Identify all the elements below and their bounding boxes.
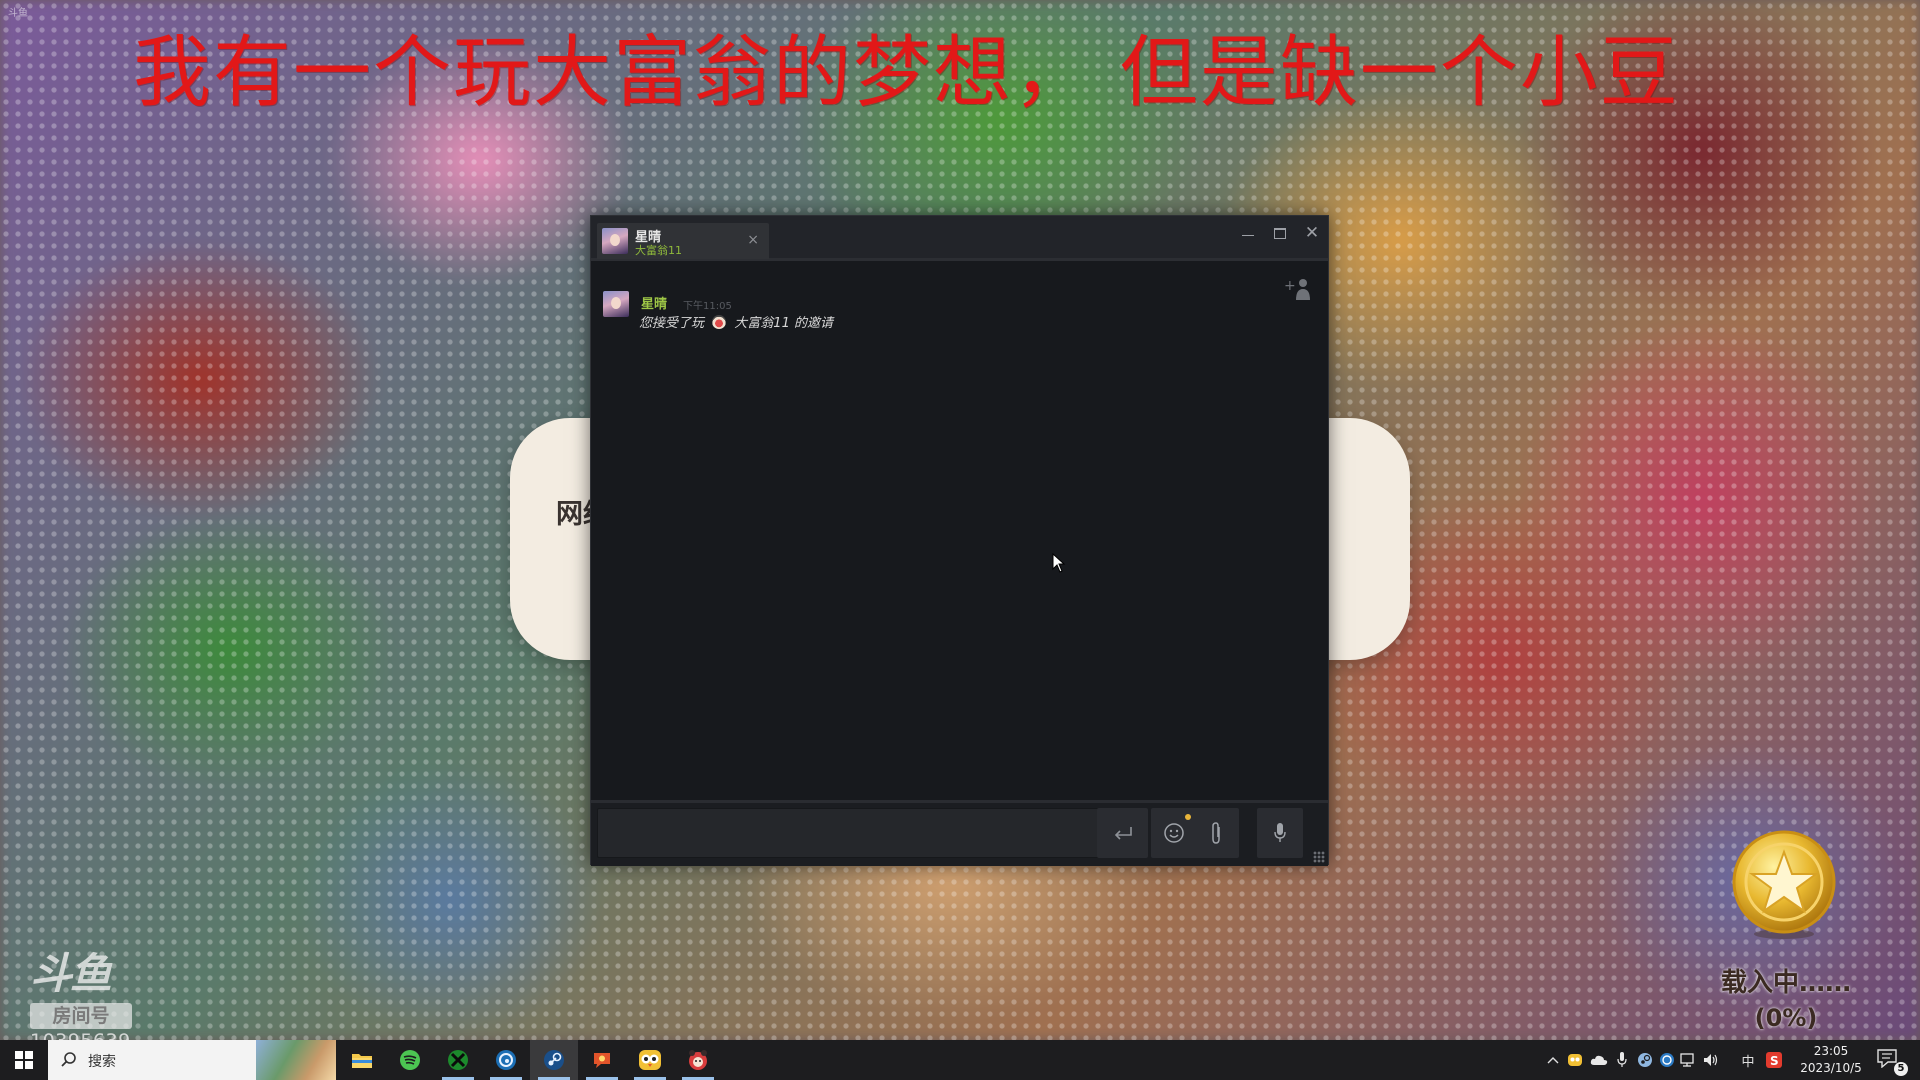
taskbar-owl-app[interactable]: [626, 1040, 674, 1080]
tray-sogou[interactable]: S: [1762, 1040, 1786, 1080]
corner-watermark: 斗鱼: [8, 8, 28, 19]
chat-titlebar[interactable]: 星晴 大富翁11 × ✕: [591, 216, 1328, 261]
loading-percent: (0%): [1754, 1004, 1818, 1032]
tray-ubisoft[interactable]: [1656, 1040, 1678, 1080]
tab-close-icon[interactable]: ×: [747, 232, 759, 248]
windows-logo-icon: [15, 1051, 33, 1069]
mouse-cursor-icon: [1052, 553, 1066, 573]
send-button[interactable]: [1097, 808, 1148, 858]
game-icon: [712, 315, 727, 329]
microphone-icon: [1274, 823, 1286, 842]
show-hidden-icons-button[interactable]: [1544, 1040, 1562, 1080]
tab-friend-status: 大富翁11: [635, 244, 682, 257]
taskbar-xbox[interactable]: [434, 1040, 482, 1080]
friend-avatar: [602, 228, 628, 254]
svg-text:+: +: [1284, 278, 1296, 294]
maximize-button[interactable]: [1266, 220, 1294, 246]
tray-volume[interactable]: [1700, 1040, 1722, 1080]
microphone-tray-icon: [1617, 1052, 1627, 1067]
chat-message: 星晴 下午11:05 您接受了玩 大富翁11 的邀请: [603, 291, 1203, 341]
tray-onedrive[interactable]: [1588, 1040, 1610, 1080]
xbox-icon: [448, 1050, 468, 1070]
taskbar-chat-app[interactable]: [578, 1040, 626, 1080]
new-emoji-indicator: [1185, 814, 1191, 820]
tray-owl-app[interactable]: [1564, 1040, 1586, 1080]
message-sender-avatar[interactable]: [603, 291, 629, 317]
svg-text:S: S: [1770, 1054, 1779, 1068]
add-person-icon: +: [1284, 278, 1310, 300]
chevron-up-icon: [1547, 1057, 1559, 1064]
cloud-icon: [1590, 1055, 1608, 1065]
douyu-watermark: 斗鱼 房间号 10395639: [30, 940, 140, 1052]
star-coin-icon: [1732, 830, 1836, 939]
minimize-icon: [1242, 234, 1254, 237]
steam-tray-icon: [1638, 1053, 1652, 1067]
sogou-ime-icon: S: [1766, 1052, 1782, 1068]
add-friend-to-chat-button[interactable]: +: [1284, 276, 1314, 302]
voice-button[interactable]: [1257, 808, 1303, 858]
message-sender-name[interactable]: 星晴: [641, 293, 667, 312]
message-text: 您接受了玩 大富翁11 的邀请: [639, 312, 833, 331]
taskbar-steam[interactable]: [530, 1040, 578, 1080]
resize-grip[interactable]: [1313, 851, 1325, 863]
tray-network[interactable]: [1678, 1040, 1700, 1080]
steam-icon: [544, 1050, 564, 1070]
message-input[interactable]: [597, 808, 1148, 858]
steam-chat-window[interactable]: 星晴 大富翁11 × ✕ + 星晴 下午11:05 您接受了玩 大富翁11 的邀…: [590, 215, 1329, 866]
ubisoft-tray-icon: [1660, 1053, 1674, 1067]
attachment-icon: [1212, 822, 1220, 844]
taskbar-spotify[interactable]: [386, 1040, 434, 1080]
file-explorer-icon: [352, 1054, 372, 1068]
message-timestamp: 下午11:05: [683, 301, 732, 312]
clock-date: 2023/10/5: [1800, 1061, 1862, 1075]
clock-time: 23:05: [1813, 1044, 1849, 1058]
emoji-button[interactable]: [1151, 808, 1197, 858]
owl-tray-icon: [1568, 1054, 1582, 1066]
loading-text: 载入中……: [1720, 968, 1851, 998]
network-icon: [1680, 1053, 1694, 1067]
speaker-icon: [1704, 1054, 1718, 1066]
stream-title-banner: 我有一个玩大富翁的梦想， 但是缺一个小豆: [133, 28, 1680, 118]
search-placeholder: 搜索: [88, 1054, 116, 1070]
game-icon: [689, 1050, 707, 1070]
close-button[interactable]: ✕: [1298, 220, 1326, 246]
notification-center-button[interactable]: 5: [1876, 1048, 1908, 1076]
start-button[interactable]: [0, 1040, 48, 1080]
chat-app-icon: [594, 1053, 610, 1068]
taskbar-game[interactable]: [674, 1040, 722, 1080]
search-highlight-art: [256, 1040, 336, 1080]
maximize-icon: [1274, 228, 1286, 239]
emoji-icon: [1164, 823, 1184, 843]
taskbar-ubisoft[interactable]: [482, 1040, 530, 1080]
compose-bar: [591, 800, 1328, 866]
tray-ime[interactable]: 中: [1736, 1040, 1760, 1080]
tray-steam[interactable]: [1634, 1040, 1656, 1080]
send-icon: [1114, 827, 1132, 840]
taskbar-clock[interactable]: 23:05 2023/10/5: [1790, 1043, 1872, 1077]
message-text-before: 您接受了玩: [639, 316, 705, 331]
spotify-icon: [400, 1050, 420, 1070]
windows-taskbar: 搜索 中 S 23:05 2023/10/5 5: [0, 1040, 1920, 1080]
taskbar-file-explorer[interactable]: [338, 1040, 386, 1080]
douyu-logo: 斗鱼: [30, 949, 112, 998]
search-icon: [61, 1052, 76, 1067]
tray-microphone[interactable]: [1612, 1040, 1632, 1080]
attach-button[interactable]: [1193, 808, 1239, 858]
message-game-name: 大富翁11: [734, 316, 790, 331]
ubisoft-icon: [496, 1050, 516, 1070]
chat-tab-xingqing[interactable]: 星晴 大富翁11 ×: [597, 223, 769, 259]
taskbar-search-box[interactable]: 搜索: [48, 1040, 336, 1080]
owl-app-icon: [639, 1050, 661, 1070]
message-text-after: 的邀请: [793, 316, 833, 331]
minimize-button[interactable]: [1234, 220, 1262, 246]
notification-count-badge: 5: [1894, 1062, 1908, 1076]
room-label: 房间号: [30, 1003, 132, 1029]
